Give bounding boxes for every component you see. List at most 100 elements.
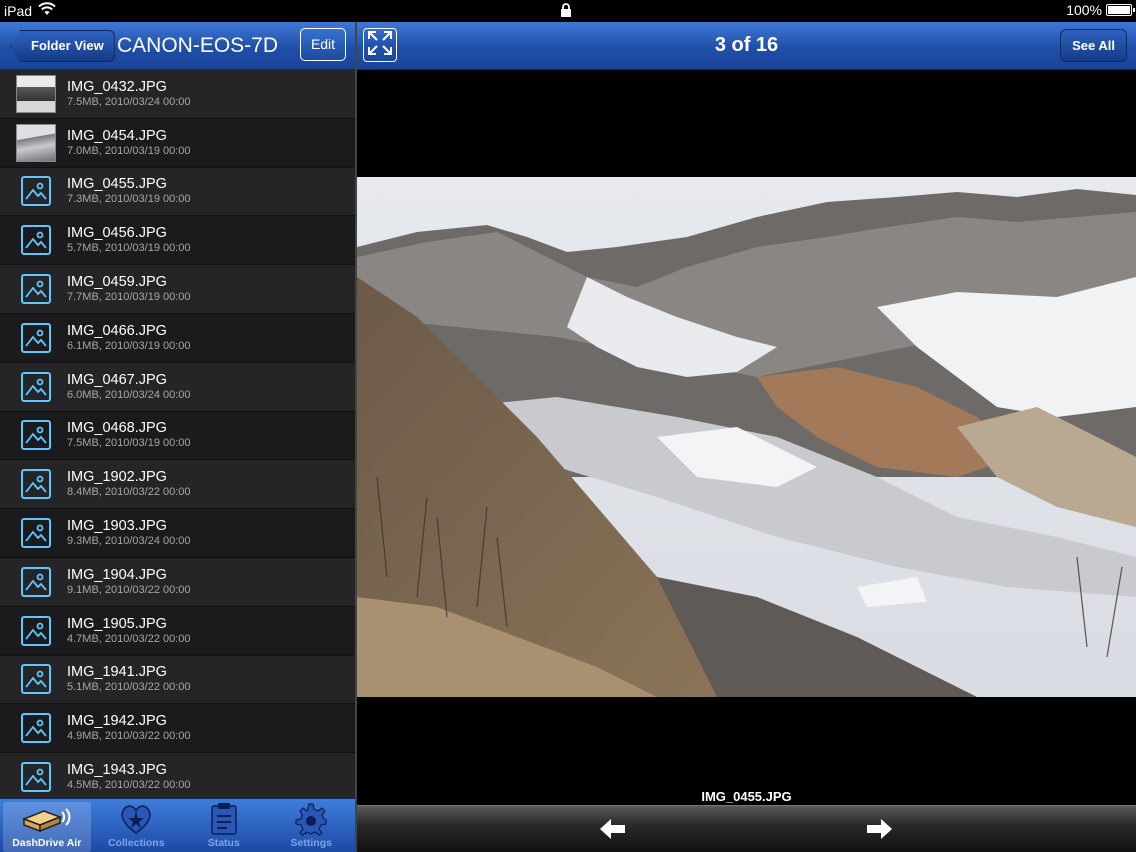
device-name: iPad [4,2,33,19]
file-name: IMG_1905.JPG [67,615,167,632]
file-size-date: 6.1MB, 2010/03/19 00:00 [67,339,191,352]
file-size-date: 8.4MB, 2010/03/22 00:00 [67,486,191,499]
image-file-icon [16,659,56,699]
battery-icon [1106,4,1135,16]
image-file-icon [16,757,56,797]
landscape-photo [357,177,1136,697]
file-list[interactable]: IMG_0432.JPG 7.5MB, 2010/03/24 00:00 IMG_0… [0,70,355,798]
tab-label: Collections [107,837,165,849]
gear-icon [294,801,328,837]
file-size-date: 5.1MB, 2010/03/22 00:00 [67,681,191,694]
image-file-icon [16,611,56,651]
image-file-icon [16,562,56,602]
edit-button[interactable]: Edit [300,28,346,61]
file-info: IMG_1942.JPG 4.9MB, 2010/03/22 00:00 [67,713,191,743]
folder-title: CANON-EOS-7D [117,34,279,57]
file-list-item[interactable]: IMG_1902.JPG 8.4MB, 2010/03/22 00:00 [0,460,355,510]
file-info: IMG_0459.JPG 7.7MB, 2010/03/19 00:00 [67,274,191,304]
image-icon [21,225,51,256]
file-info: IMG_0468.JPG 7.5MB, 2010/03/19 00:00 [67,420,191,450]
image-icon [21,615,51,646]
file-name: IMG_0468.JPG [67,420,167,437]
file-info: IMG_1902.JPG 8.4MB, 2010/03/22 00:00 [67,469,191,499]
file-list-item[interactable]: IMG_0455.JPG 7.3MB, 2010/03/19 00:00 [0,167,355,217]
next-arrow-icon[interactable] [866,819,892,839]
tab-status[interactable]: Status [180,799,268,852]
file-list-item[interactable]: IMG_1942.JPG 4.9MB, 2010/03/22 00:00 [0,704,355,754]
photo-thumbnail [16,74,56,114]
file-name: IMG_0466.JPG [67,322,167,339]
wifi-icon [38,2,56,19]
image-icon [21,469,51,500]
file-size-date: 9.3MB, 2010/03/24 00:00 [67,535,191,548]
file-name: IMG_1904.JPG [67,566,167,583]
file-name: IMG_0459.JPG [67,274,167,291]
heart-star-icon [118,801,154,837]
file-size-date: 7.5MB, 2010/03/24 00:00 [67,95,191,108]
tab-settings[interactable]: Settings [268,799,356,852]
file-size-date: 7.3MB, 2010/03/19 00:00 [67,193,191,206]
status-right: 100% [1066,2,1135,18]
file-list-item[interactable]: IMG_1941.JPG 5.1MB, 2010/03/22 00:00 [0,655,355,705]
image-icon [21,176,51,207]
status-bar: iPad 100% [0,0,1136,22]
file-info: IMG_1904.JPG 9.1MB, 2010/03/22 00:00 [67,567,191,597]
file-name: IMG_0432.JPG [67,78,167,95]
file-info: IMG_0466.JPG 6.1MB, 2010/03/19 00:00 [67,323,191,353]
file-info: IMG_1905.JPG 4.7MB, 2010/03/22 00:00 [67,616,191,646]
image-icon [21,322,51,353]
file-size-date: 4.9MB, 2010/03/22 00:00 [67,730,191,743]
file-size-date: 9.1MB, 2010/03/22 00:00 [67,583,191,596]
tab-collections[interactable]: Collections [93,799,181,852]
left-navigation-bar: Folder View CANON-EOS-7D Edit [0,22,355,70]
photo-counter: 3 of 16 [714,34,779,56]
photo-display[interactable] [357,177,1136,697]
thumbnail-image [16,74,56,113]
image-icon [21,371,51,402]
image-file-icon [16,171,56,211]
image-file-icon [16,708,56,748]
image-file-icon [16,415,56,455]
photo-filename-caption: IMG_0455.JPG [701,789,792,804]
file-info: IMG_0456.JPG 5.7MB, 2010/03/19 00:00 [67,225,191,255]
file-size-date: 7.7MB, 2010/03/19 00:00 [67,291,191,304]
tab-label: Status [207,837,240,849]
file-browser-panel: Folder View CANON-EOS-7D Edit IMG_0432.J… [0,22,355,852]
file-info: IMG_1943.JPG 4.5MB, 2010/03/22 00:00 [67,762,191,792]
file-list-item[interactable]: IMG_1905.JPG 4.7MB, 2010/03/22 00:00 [0,606,355,656]
folder-view-back-button[interactable]: Folder View [10,30,115,62]
file-list-item[interactable]: IMG_1943.JPG 4.5MB, 2010/03/22 00:00 [0,753,355,798]
previous-arrow-icon[interactable] [600,819,626,839]
image-icon [21,762,51,793]
photo-thumbnail [16,123,56,163]
file-size-date: 6.0MB, 2010/03/24 00:00 [67,388,191,401]
file-list-item[interactable]: IMG_0456.JPG 5.7MB, 2010/03/19 00:00 [0,216,355,266]
tab-dashdrive-air[interactable]: DashDrive Air [3,802,91,852]
file-name: IMG_1902.JPG [67,469,167,486]
battery-percent: 100% [1066,2,1102,18]
file-info: IMG_0454.JPG 7.0MB, 2010/03/19 00:00 [67,128,191,158]
file-list-item[interactable]: IMG_0467.JPG 6.0MB, 2010/03/24 00:00 [0,362,355,412]
file-info: IMG_1903.JPG 9.3MB, 2010/03/24 00:00 [67,518,191,548]
file-name: IMG_0455.JPG [67,176,167,193]
file-list-item[interactable]: IMG_1903.JPG 9.3MB, 2010/03/24 00:00 [0,509,355,558]
file-size-date: 4.5MB, 2010/03/22 00:00 [67,779,191,792]
file-info: IMG_0455.JPG 7.3MB, 2010/03/19 00:00 [67,176,191,206]
image-icon [21,274,51,305]
photo-navigation-toolbar [357,805,1136,852]
file-list-item[interactable]: IMG_0454.JPG 7.0MB, 2010/03/19 00:00 [0,118,355,168]
file-name: IMG_1941.JPG [67,664,167,681]
file-list-item[interactable]: IMG_0432.JPG 7.5MB, 2010/03/24 00:00 [0,70,355,119]
file-list-item[interactable]: IMG_0459.JPG 7.7MB, 2010/03/19 00:00 [0,265,355,314]
file-list-item[interactable]: IMG_1904.JPG 9.1MB, 2010/03/22 00:00 [0,557,355,607]
file-name: IMG_1942.JPG [67,713,167,730]
file-info: IMG_1941.JPG 5.1MB, 2010/03/22 00:00 [67,664,191,694]
file-list-item[interactable]: IMG_0466.JPG 6.1MB, 2010/03/19 00:00 [0,313,355,363]
image-icon [21,664,51,695]
image-icon [21,420,51,451]
file-size-date: 7.0MB, 2010/03/19 00:00 [67,144,191,157]
image-file-icon [16,318,56,358]
file-list-item[interactable]: IMG_0468.JPG 7.5MB, 2010/03/19 00:00 [0,411,355,461]
see-all-button[interactable]: See All [1060,29,1127,62]
viewer-navigation-bar: 3 of 16 See All [357,22,1136,70]
